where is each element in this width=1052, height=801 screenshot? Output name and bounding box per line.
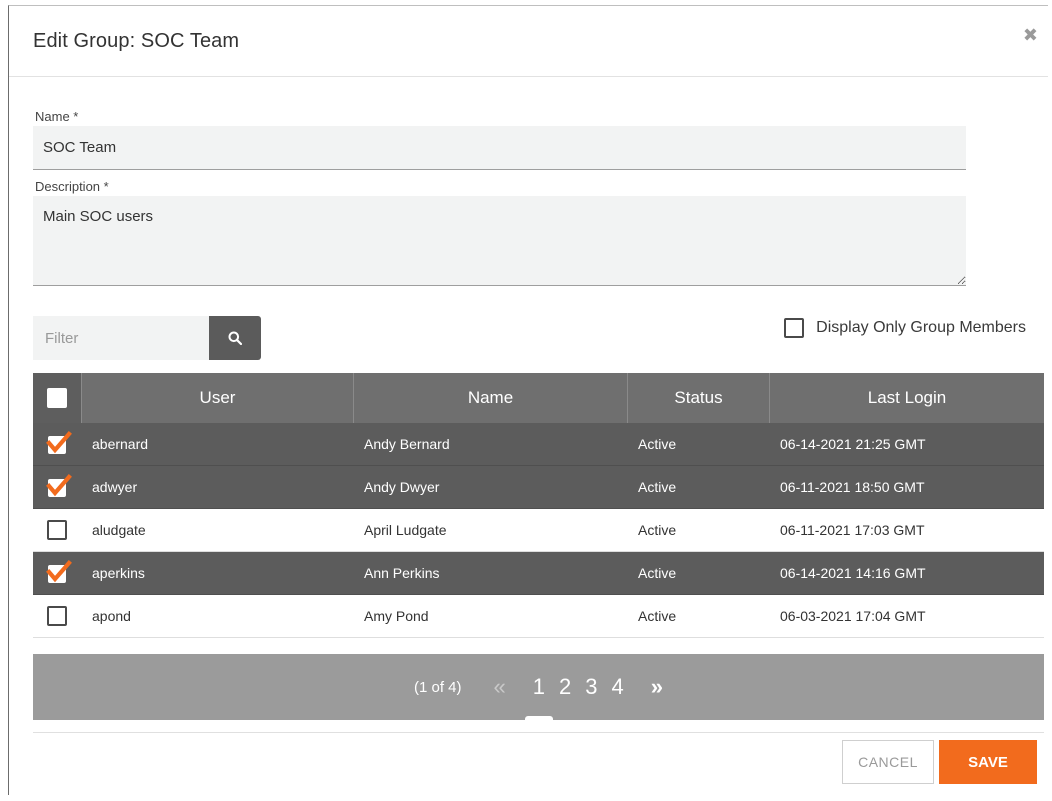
- page-1-link[interactable]: 1: [524, 674, 554, 720]
- first-page-icon[interactable]: «: [494, 674, 506, 700]
- table-row[interactable]: abernard Andy Bernard Active 06-14-2021 …: [33, 423, 1044, 466]
- page-4-link[interactable]: 4: [611, 674, 625, 700]
- cell-user: apond: [92, 608, 131, 624]
- column-header-status[interactable]: Status: [627, 373, 769, 423]
- display-only-members-checkbox[interactable]: [784, 318, 805, 338]
- row-checkbox-checked[interactable]: [46, 560, 72, 583]
- table-header-row: User Name Status Last Login: [33, 373, 1044, 423]
- column-header-user[interactable]: User: [81, 373, 353, 423]
- pagination-controls: (1 of 4) « 1 2 3 4 »: [413, 674, 663, 720]
- save-button[interactable]: SAVE: [939, 740, 1037, 784]
- description-label: Description *: [35, 179, 109, 194]
- row-checkbox-checked[interactable]: [46, 431, 72, 454]
- cell-last-login: 06-11-2021 17:03 GMT: [780, 522, 925, 538]
- search-icon: [228, 331, 242, 345]
- page-3-link[interactable]: 3: [584, 674, 598, 700]
- cell-user: abernard: [92, 436, 149, 452]
- search-button[interactable]: [209, 316, 261, 360]
- table-row[interactable]: aperkins Ann Perkins Active 06-14-2021 1…: [33, 552, 1044, 595]
- table-row[interactable]: aludgate April Ludgate Active 06-11-2021…: [33, 509, 1044, 552]
- checkmark-icon: [46, 560, 72, 583]
- last-page-icon[interactable]: »: [651, 674, 663, 700]
- close-icon[interactable]: ✖: [1023, 26, 1038, 44]
- cell-user: adwyer: [92, 479, 138, 495]
- row-checkbox-cell: [33, 552, 81, 594]
- table-row[interactable]: apond Amy Pond Active 06-03-2021 17:04 G…: [33, 595, 1044, 638]
- name-label: Name *: [35, 109, 79, 124]
- cell-name: April Ludgate: [364, 522, 447, 538]
- row-checkbox[interactable]: [47, 520, 67, 540]
- page-2-link[interactable]: 2: [558, 674, 572, 700]
- display-only-members-label: Display Only Group Members: [816, 319, 1026, 336]
- select-all-checkbox[interactable]: [47, 388, 67, 408]
- row-checkbox-cell: [33, 466, 81, 508]
- pagination-bar: (1 of 4) « 1 2 3 4 »: [33, 654, 1044, 720]
- cell-status: Active: [638, 522, 677, 538]
- cell-user: aludgate: [92, 522, 146, 538]
- cell-status: Active: [638, 565, 677, 581]
- filter-input[interactable]: [33, 316, 209, 360]
- cell-user: aperkins: [92, 565, 145, 581]
- row-checkbox-cell: [33, 595, 81, 637]
- row-checkbox-cell: [33, 509, 81, 551]
- page-info: (1 of 4): [413, 678, 462, 696]
- description-textarea[interactable]: Main SOC users: [33, 196, 966, 286]
- select-all-cell: [33, 373, 81, 423]
- cell-status: Active: [638, 608, 677, 624]
- cell-last-login: 06-14-2021 14:16 GMT: [780, 565, 926, 581]
- users-table: User Name Status Last Login abernard And…: [33, 373, 1044, 638]
- dialog-header: Edit Group: SOC Team ✖: [9, 6, 1048, 77]
- row-checkbox[interactable]: [47, 606, 67, 626]
- column-header-name[interactable]: Name: [353, 373, 627, 423]
- cell-name: Andy Dwyer: [364, 479, 440, 495]
- dialog-title: Edit Group: SOC Team: [33, 30, 240, 52]
- checkmark-icon: [46, 431, 72, 454]
- cell-status: Active: [638, 479, 677, 495]
- name-input[interactable]: [33, 126, 966, 170]
- cell-name: Amy Pond: [364, 608, 429, 624]
- cell-name: Andy Bernard: [364, 436, 450, 452]
- cancel-button[interactable]: CANCEL: [842, 740, 934, 784]
- cell-name: Ann Perkins: [364, 565, 440, 581]
- row-checkbox-checked[interactable]: [46, 474, 72, 497]
- column-header-last-login[interactable]: Last Login: [769, 373, 1044, 423]
- table-row[interactable]: adwyer Andy Dwyer Active 06-11-2021 18:5…: [33, 466, 1044, 509]
- cell-last-login: 06-03-2021 17:04 GMT: [780, 608, 926, 624]
- cell-status: Active: [638, 436, 677, 452]
- cell-last-login: 06-11-2021 18:50 GMT: [780, 479, 925, 495]
- checkmark-icon: [46, 474, 72, 497]
- footer-divider: [33, 732, 1044, 733]
- row-checkbox-cell: [33, 423, 81, 465]
- cell-last-login: 06-14-2021 21:25 GMT: [780, 436, 926, 452]
- edit-group-dialog: Edit Group: SOC Team ✖ Name * Descriptio…: [8, 5, 1048, 795]
- display-only-members-toggle[interactable]: Display Only Group Members: [784, 318, 1026, 338]
